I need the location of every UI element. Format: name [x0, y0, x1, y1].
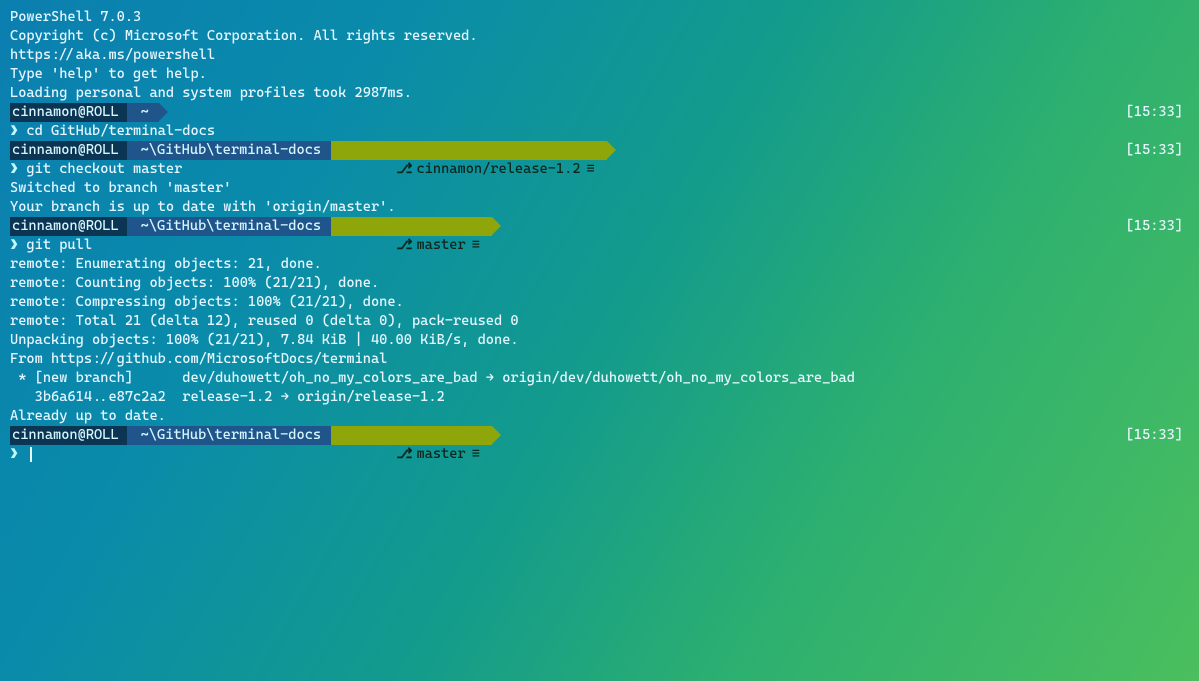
user-host-segment: cinnamon@ROLL	[10, 426, 127, 445]
output-line: Your branch is up to date with 'origin/m…	[10, 198, 1189, 217]
cursor-icon	[30, 447, 32, 462]
output-line: remote: Enumerating objects: 21, done.	[10, 255, 1189, 274]
command-3[interactable]: ❯ git pull	[10, 236, 1189, 255]
branch-icon: ⎇	[396, 161, 412, 177]
prompt-icon: ❯	[10, 236, 18, 255]
prompt-icon: ❯	[10, 160, 18, 179]
output-line: 3b6a614..e87c2a2 release-1.2 → origin/re…	[10, 388, 1189, 407]
branch-icon: ⎇	[396, 237, 412, 253]
timestamp: [15:33]	[1126, 426, 1189, 445]
user-host-segment: cinnamon@ROLL	[10, 103, 127, 122]
help-hint: Type 'help' to get help.	[10, 65, 1189, 84]
branch-name: master	[416, 446, 465, 462]
prompt-icon: ❯	[10, 122, 18, 141]
branch-icon: ⎇	[396, 446, 412, 462]
user-host-segment: cinnamon@ROLL	[10, 217, 127, 236]
output-line: remote: Total 21 (delta 12), reused 0 (d…	[10, 312, 1189, 331]
command-1[interactable]: ❯ cd GitHub/terminal-docs	[10, 122, 1189, 141]
command-text: cd GitHub/terminal-docs	[26, 122, 215, 141]
prompt-row-2: cinnamon@ROLL ~\GitHub\terminal-docs ⎇ci…	[10, 141, 1189, 160]
ps-link: https://aka.ms/powershell	[10, 46, 1189, 65]
path-segment: ~\GitHub\terminal-docs	[127, 217, 331, 236]
command-2[interactable]: ❯ git checkout master	[10, 160, 1189, 179]
output-line: remote: Counting objects: 100% (21/21), …	[10, 274, 1189, 293]
output-line: Switched to branch 'master'	[10, 179, 1189, 198]
path-segment: ~\GitHub\terminal-docs	[127, 426, 331, 445]
timestamp: [15:33]	[1126, 141, 1189, 160]
user-host-segment: cinnamon@ROLL	[10, 141, 127, 160]
copyright: Copyright (c) Microsoft Corporation. All…	[10, 27, 1189, 46]
output-line: Already up to date.	[10, 407, 1189, 426]
path-segment: ~	[127, 103, 159, 122]
output-line: From https://github.com/MicrosoftDocs/te…	[10, 350, 1189, 369]
prompt-row-1: cinnamon@ROLL ~ [15:33]	[10, 103, 1189, 122]
git-status-icon: ≡	[472, 446, 480, 462]
output-line: Unpacking objects: 100% (21/21), 7.84 Ki…	[10, 331, 1189, 350]
command-text: git pull	[26, 236, 92, 255]
git-status-icon: ≡	[472, 237, 480, 253]
profile-load: Loading personal and system profiles too…	[10, 84, 1189, 103]
git-branch-segment: ⎇master≡	[331, 217, 492, 236]
output-line: * [new branch] dev/duhowett/oh_no_my_col…	[10, 369, 1189, 388]
git-branch-segment: ⎇master≡	[331, 426, 492, 445]
prompt-icon: ❯	[10, 445, 18, 464]
path-segment: ~\GitHub\terminal-docs	[127, 141, 331, 160]
git-branch-segment: ⎇cinnamon/release-1.2≡	[331, 141, 607, 160]
command-input[interactable]: ❯	[10, 445, 1189, 464]
branch-name: master	[416, 237, 465, 253]
ps-version: PowerShell 7.0.3	[10, 8, 1189, 27]
timestamp: [15:33]	[1126, 103, 1189, 122]
git-status-icon: ≡	[587, 161, 595, 177]
command-text: git checkout master	[26, 160, 182, 179]
timestamp: [15:33]	[1126, 217, 1189, 236]
branch-name: cinnamon/release-1.2	[416, 161, 580, 177]
prompt-row-3: cinnamon@ROLL ~\GitHub\terminal-docs ⎇ma…	[10, 217, 1189, 236]
output-line: remote: Compressing objects: 100% (21/21…	[10, 293, 1189, 312]
prompt-row-4: cinnamon@ROLL ~\GitHub\terminal-docs ⎇ma…	[10, 426, 1189, 445]
